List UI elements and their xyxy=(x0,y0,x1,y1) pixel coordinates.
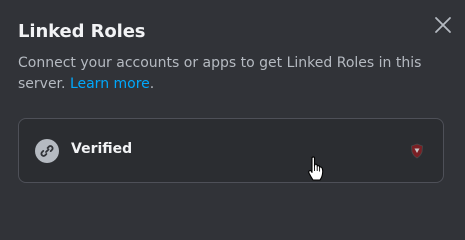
description-period: . xyxy=(149,76,155,92)
learn-more-link[interactable]: Learn more xyxy=(70,76,150,92)
role-name: Verified xyxy=(71,141,133,157)
linked-roles-modal: Linked Roles Connect your accounts or ap… xyxy=(0,0,465,202)
close-icon xyxy=(435,17,451,33)
shield-badge-icon xyxy=(410,143,424,159)
modal-description: Connect your accounts or apps to get Lin… xyxy=(18,53,438,95)
link-icon xyxy=(35,139,59,163)
modal-title: Linked Roles xyxy=(18,21,146,42)
close-button[interactable] xyxy=(430,12,456,38)
role-card-verified[interactable]: Verified xyxy=(18,118,444,183)
